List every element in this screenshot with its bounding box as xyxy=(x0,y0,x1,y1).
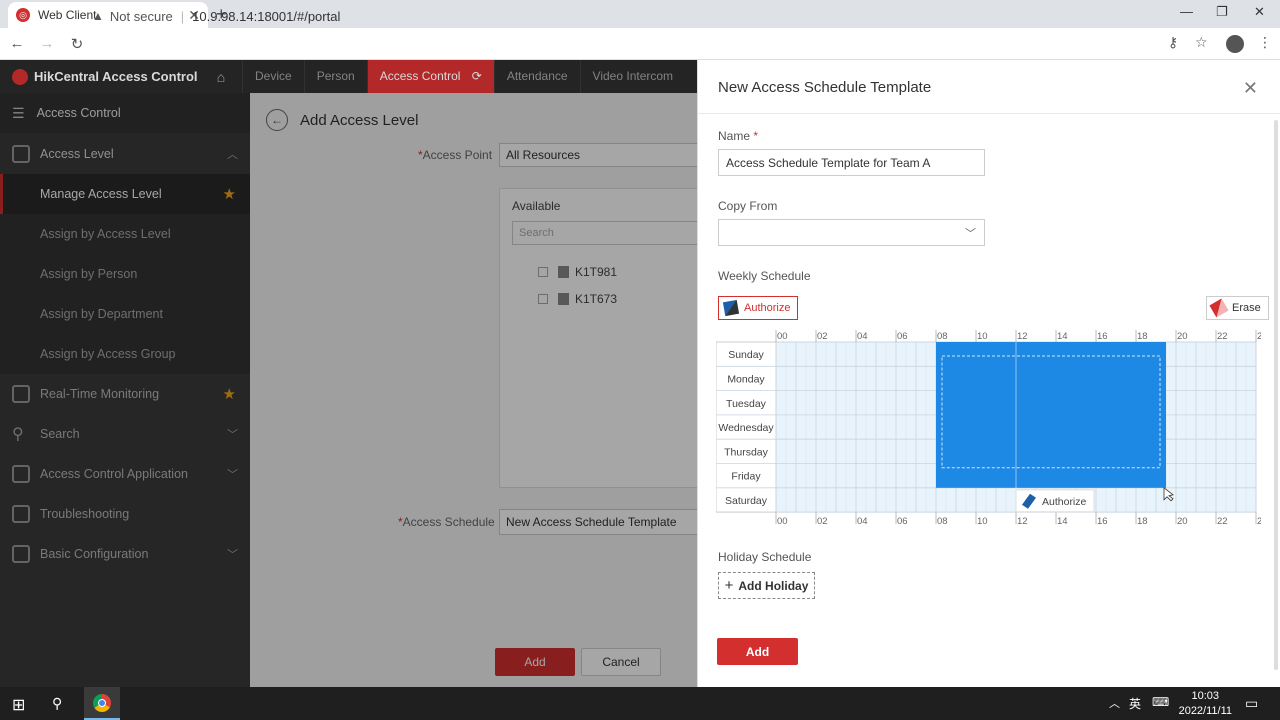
header-overlay xyxy=(0,60,697,93)
name-field[interactable]: Access Schedule Template for Team A xyxy=(718,149,985,176)
hour-tick-bottom: 12 xyxy=(1017,516,1028,527)
hour-tick-bottom: 14 xyxy=(1057,516,1068,527)
hour-tick-top: 00 xyxy=(777,331,788,342)
hour-tick-top: 18 xyxy=(1137,331,1148,342)
new-schedule-drawer: New Access Schedule Template ✕ Name * Ac… xyxy=(697,60,1280,687)
hour-tick-bottom: 06 xyxy=(897,516,908,527)
hour-tick-top: 12 xyxy=(1017,331,1028,342)
hikvision-favicon-icon: ◎ xyxy=(16,8,30,22)
day-label: Thursday xyxy=(724,446,769,458)
clock[interactable]: 10:03 2022/11/11 xyxy=(1179,689,1232,719)
windows-start-icon[interactable]: ⊞ xyxy=(12,695,25,715)
close-icon[interactable]: ✕ xyxy=(1243,78,1258,99)
clock-time: 10:03 xyxy=(1191,690,1220,702)
hour-tick-top: 24 xyxy=(1257,331,1261,342)
drawer-add-button[interactable]: Add xyxy=(717,638,798,665)
reload-icon[interactable]: ↻ xyxy=(64,35,90,53)
taskbar: ⊞ ⚲ ︿ 英 ⌨ 10:03 2022/11/11 ▭ xyxy=(0,687,1280,720)
hour-tick-bottom: 16 xyxy=(1097,516,1108,527)
hour-tick-top: 08 xyxy=(937,331,948,342)
hour-tick-bottom: 00 xyxy=(777,516,788,527)
ime-indicator[interactable]: 英 xyxy=(1129,695,1141,712)
name-label: Name * xyxy=(718,129,759,143)
weekly-schedule-grid[interactable]: Sunday Monday Tuesday Wednesday Thursday Frid… xyxy=(716,328,1261,528)
copy-from-select[interactable]: ﹀ xyxy=(718,219,985,246)
hour-tick-bottom: 02 xyxy=(817,516,828,527)
profile-avatar-icon[interactable] xyxy=(1226,35,1244,53)
drawer-title: New Access Schedule Template xyxy=(718,79,932,96)
hour-tick-top: 14 xyxy=(1057,331,1068,342)
chevron-down-icon: ﹀ xyxy=(965,228,976,240)
not-secure-label: Not secure xyxy=(109,8,173,24)
url-field[interactable]: ▲ Not secure | 10.9.98.14:18001/#/portal xyxy=(92,6,1192,26)
hour-tick-bottom: 08 xyxy=(937,516,948,527)
schedule-block[interactable] xyxy=(936,342,1166,488)
chevron-up-icon[interactable]: ︿ xyxy=(1109,695,1120,711)
hour-tick-bottom: 22 xyxy=(1217,516,1228,527)
brush-icon xyxy=(722,299,740,317)
hour-tick-top: 20 xyxy=(1177,331,1188,342)
drawer-divider xyxy=(698,113,1280,114)
hour-tick-top: 02 xyxy=(817,331,828,342)
day-label: Sunday xyxy=(728,349,764,361)
add-holiday-button[interactable]: + Add Holiday xyxy=(718,572,815,599)
forward-arrow-icon[interactable]: → xyxy=(34,35,60,52)
add-holiday-label: Add Holiday xyxy=(738,578,809,593)
hour-tick-bottom: 04 xyxy=(857,516,868,527)
authorize-button[interactable]: Authorize xyxy=(718,296,799,320)
modal-overlay[interactable] xyxy=(0,93,697,687)
address-bar: ← → ↻ xyxy=(0,28,1280,60)
hour-tick-top: 10 xyxy=(977,331,988,342)
close-window-button[interactable]: ✕ xyxy=(1254,4,1265,20)
scrollbar[interactable] xyxy=(1274,120,1278,670)
erase-button[interactable]: Erase xyxy=(1206,296,1269,320)
hour-tick-top: 22 xyxy=(1217,331,1228,342)
day-label: Friday xyxy=(731,471,761,483)
day-label: Monday xyxy=(727,373,765,385)
star-bookmark-icon[interactable]: ☆ xyxy=(1195,34,1208,51)
chrome-icon xyxy=(93,693,111,712)
copy-from-label: Copy From xyxy=(718,199,778,213)
erase-label: Erase xyxy=(1232,302,1261,314)
search-icon[interactable]: ⚲ xyxy=(52,695,62,712)
weekly-schedule-label: Weekly Schedule xyxy=(718,269,811,283)
back-arrow-icon[interactable]: ← xyxy=(4,35,30,52)
clock-date: 2022/11/11 xyxy=(1178,705,1232,717)
hour-tick-top: 16 xyxy=(1097,331,1108,342)
warning-icon: ▲ xyxy=(92,9,104,23)
plus-icon: + xyxy=(724,577,734,594)
holiday-schedule-label: Holiday Schedule xyxy=(718,550,812,564)
hour-tick-bottom: 18 xyxy=(1137,516,1148,527)
day-label: Wednesday xyxy=(718,422,774,434)
day-label: Saturday xyxy=(725,495,768,507)
hour-tick-bottom: 24 xyxy=(1257,516,1261,527)
more-menu-icon[interactable]: ⋮ xyxy=(1258,34,1272,51)
hour-tick-top: 06 xyxy=(897,331,908,342)
chrome-taskbar-button[interactable] xyxy=(84,687,120,720)
hour-tick-top: 04 xyxy=(857,331,868,342)
hour-tick-bottom: 20 xyxy=(1177,516,1188,527)
authorize-label: Authorize xyxy=(744,302,791,314)
maximize-button[interactable]: ❐ xyxy=(1216,4,1228,20)
key-icon[interactable]: ⚷ xyxy=(1168,34,1178,51)
keyboard-icon[interactable]: ⌨ xyxy=(1152,695,1169,709)
notification-icon[interactable]: ▭ xyxy=(1245,695,1258,712)
day-label: Tuesday xyxy=(726,398,767,410)
url-separator: | xyxy=(180,8,185,24)
eraser-icon xyxy=(1209,298,1229,318)
tooltip-text: Authorize xyxy=(1042,496,1087,508)
hour-tick-bottom: 10 xyxy=(977,516,988,527)
url-text: 10.9.98.14:18001/#/portal xyxy=(192,8,341,24)
